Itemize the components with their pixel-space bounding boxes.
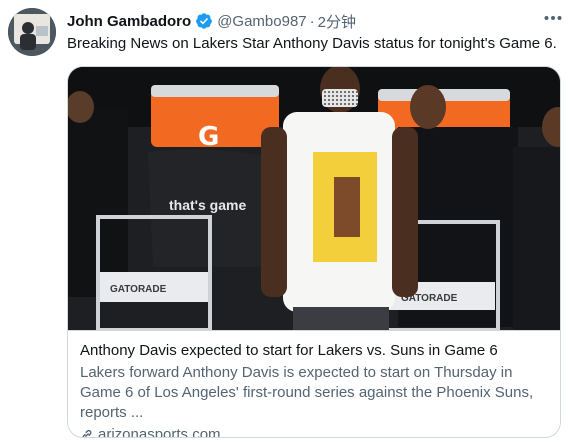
card-domain-label: arizonasports.com: [98, 426, 221, 438]
separator-dot: ·: [309, 12, 315, 30]
link-card[interactable]: G that's game GATORADE GATORADE Anthony …: [67, 66, 561, 438]
thats-game-text: that's game: [169, 197, 246, 213]
tweet-header: John Gambadoro @Gambo987 · 2分钟: [67, 10, 560, 32]
link-icon: [82, 429, 92, 437]
card-title[interactable]: Anthony Davis expected to start for Lake…: [80, 341, 550, 361]
author-handle[interactable]: @Gambo987: [217, 13, 306, 30]
tweet-text: Breaking News on Lakers Star Anthony Dav…: [67, 35, 557, 52]
avatar[interactable]: [8, 8, 56, 56]
more-options-button[interactable]: [540, 8, 566, 28]
avatar-image: [8, 8, 56, 56]
card-description: Lakers forward Anthony Davis is expected…: [80, 364, 534, 421]
card-image[interactable]: G that's game GATORADE GATORADE: [68, 67, 561, 330]
timestamp[interactable]: 2分钟: [318, 11, 356, 32]
author-name[interactable]: John Gambadoro: [67, 13, 191, 30]
card-domain[interactable]: arizonasports.com: [80, 425, 550, 438]
verified-badge-icon: [196, 13, 213, 29]
card-body[interactable]: Anthony Davis expected to start for Lake…: [68, 330, 560, 438]
gatorade-left-text: GATORADE: [110, 284, 167, 295]
more-options-icon: [544, 16, 562, 20]
svg-text:G: G: [198, 122, 219, 152]
